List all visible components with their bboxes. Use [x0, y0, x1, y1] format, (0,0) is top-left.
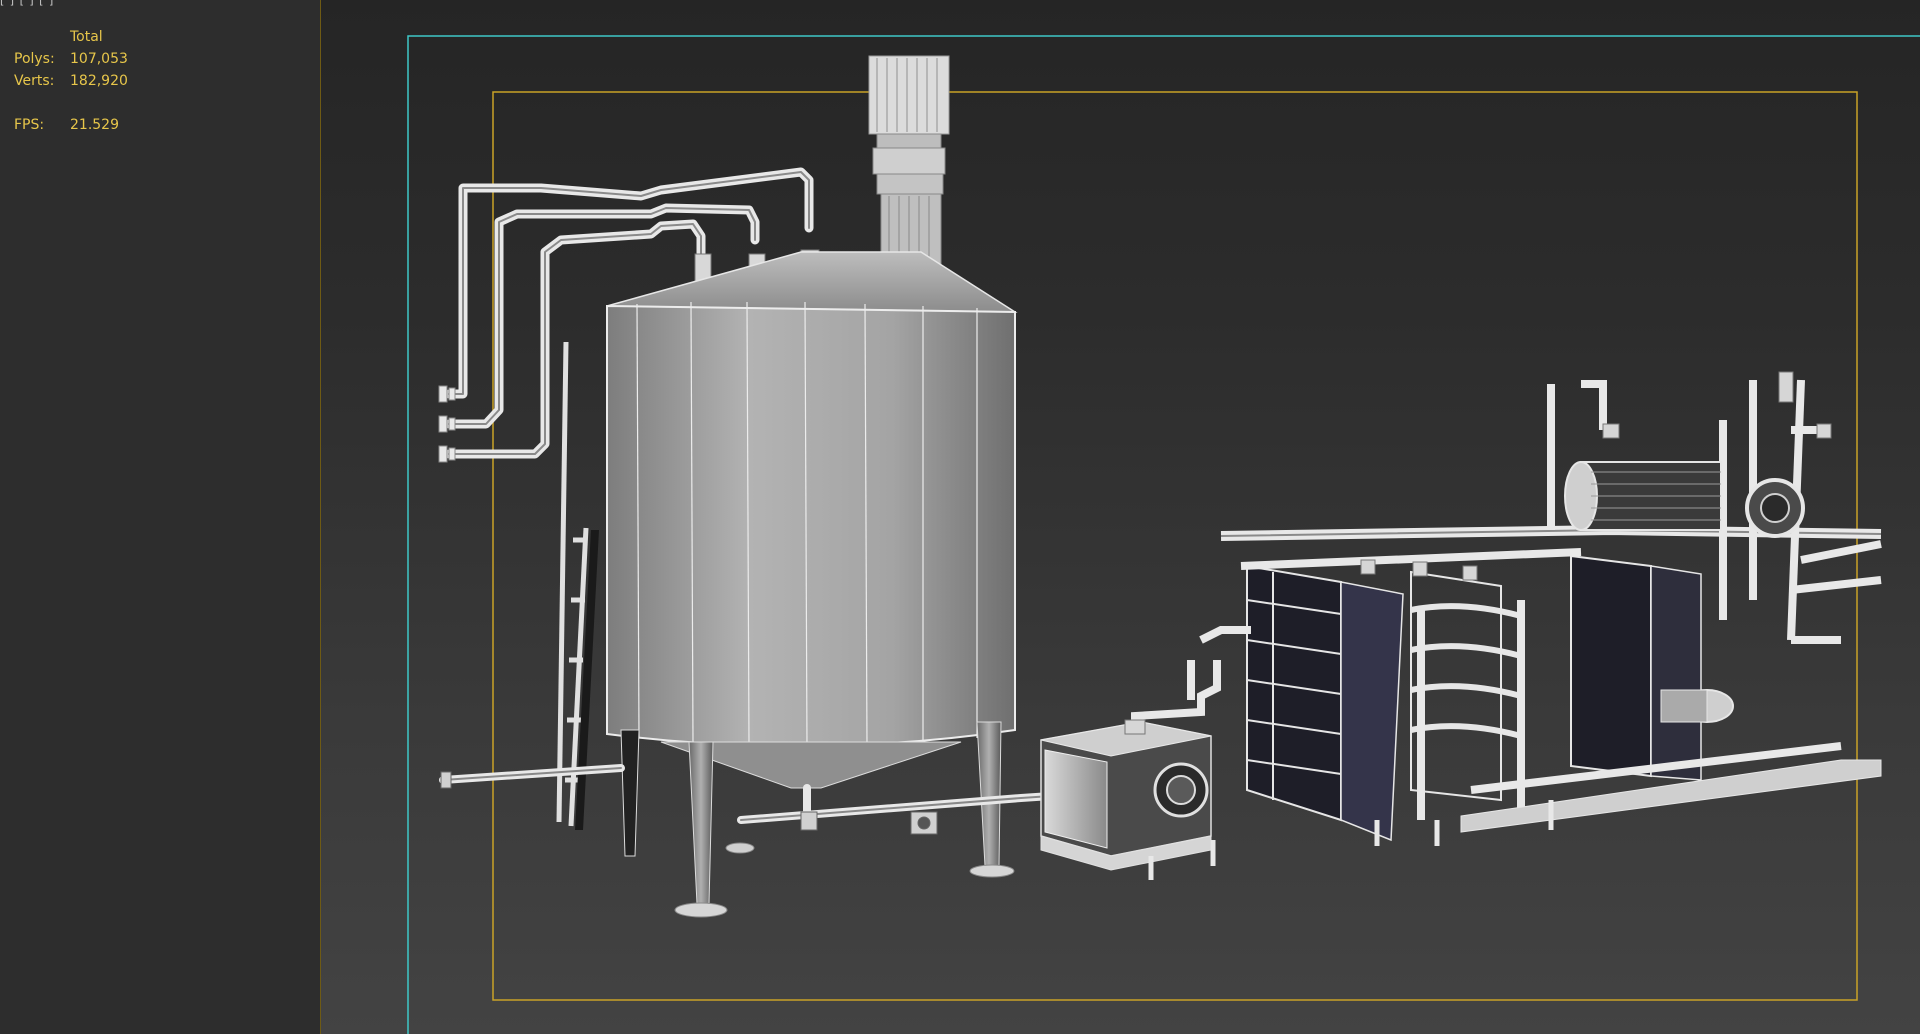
3d-app-window: [ ] [ ] [ ] Total Polys: 107,053 Verts: 18…	[0, 0, 1920, 1034]
tank-leg-right	[976, 721, 1002, 867]
polys-stat: Polys: 107,053	[14, 48, 128, 70]
verts-stat: Verts: 182,920	[14, 70, 128, 92]
side-panel: [ ] [ ] [ ] Total Polys: 107,053 Verts: 18…	[0, 0, 321, 1034]
viewport-canvas[interactable]	[321, 0, 1920, 1034]
stats-header: Total	[70, 29, 103, 45]
tank-conical-lid	[606, 251, 1018, 313]
heat-exchanger-skid	[1187, 371, 1882, 846]
fps-label: FPS:	[14, 117, 45, 133]
tank-leg-back	[620, 729, 640, 857]
fps-stat: FPS: 21.529	[14, 114, 119, 136]
tank-leg-front	[688, 741, 714, 905]
viewport-menu-fragment[interactable]: [ ] [ ] [ ]	[0, 0, 54, 7]
pipeline-valves	[440, 771, 938, 835]
polys-label: Polys:	[14, 51, 55, 67]
top-menu-strip: [ ] [ ] [ ]	[0, 0, 320, 7]
3d-viewport[interactable]	[321, 0, 1920, 1034]
verts-value: 182,920	[70, 73, 128, 89]
pipe-end-flanges	[438, 385, 456, 463]
verts-label: Verts:	[14, 73, 55, 89]
fps-value: 21.529	[70, 117, 119, 133]
polys-value: 107,053	[70, 51, 128, 67]
tank-body	[606, 304, 1016, 748]
